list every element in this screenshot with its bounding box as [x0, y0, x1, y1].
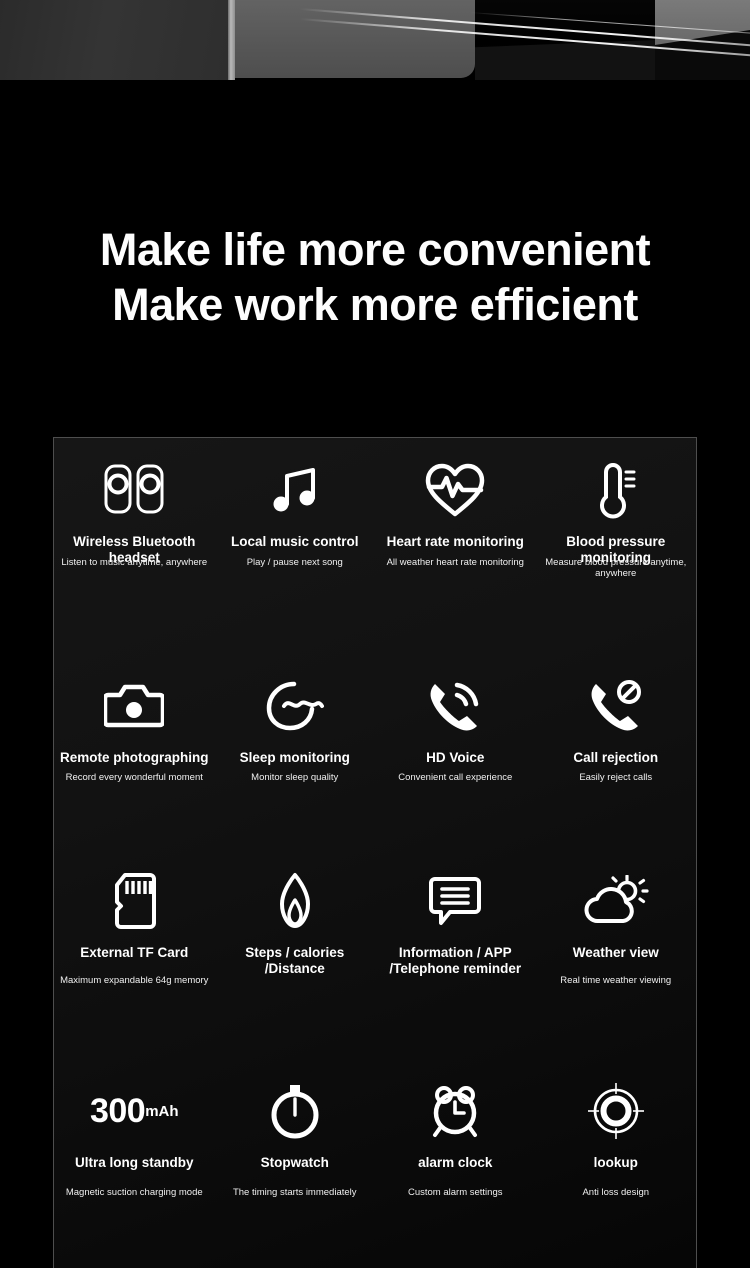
- stopwatch-icon: [215, 1081, 376, 1141]
- feature-subtitle: Real time weather viewing: [560, 975, 672, 986]
- feature-title: Local music control: [230, 534, 359, 549]
- feature-title: Ultra long standby: [74, 1155, 194, 1170]
- feature-subtitle: Record every wonderful moment: [65, 772, 203, 783]
- feature-title: Remote photographing: [60, 750, 209, 765]
- headline-line-2: Make work more efficient: [112, 279, 638, 330]
- bluetooth-earbuds-icon: [54, 460, 215, 520]
- feature-subtitle: The timing starts immediately: [232, 1187, 357, 1198]
- heart-pulse-icon: [375, 460, 536, 520]
- feature-external-tf-card[interactable]: External TF Card Maximum expandable 64g …: [54, 849, 215, 1059]
- phone-reject-icon: [536, 676, 697, 736]
- features-panel: Wireless Bluetooth headset Listen to mus…: [53, 437, 697, 1268]
- capacity-unit: mAh: [145, 1102, 179, 1120]
- feature-subtitle: Play / pause next song: [246, 557, 343, 568]
- feature-local-music-control[interactable]: Local music control Play / pause next so…: [215, 438, 376, 654]
- feature-lookup[interactable]: lookup Anti loss design: [536, 1059, 697, 1267]
- feature-title: lookup: [593, 1155, 638, 1170]
- feature-remote-photographing[interactable]: Remote photographing Record every wonder…: [54, 654, 215, 849]
- feature-alarm-clock[interactable]: alarm clock Custom alarm settings: [375, 1059, 536, 1267]
- message-bubble-icon: [375, 871, 536, 931]
- cloud-sun-icon: [536, 871, 697, 931]
- feature-subtitle: Measure blood pressure anytime, anywhere: [545, 557, 687, 579]
- feature-title: Call rejection: [573, 750, 659, 765]
- feature-subtitle: Convenient call experience: [398, 772, 513, 783]
- feature-title: alarm clock: [418, 1155, 493, 1170]
- feature-steps-calories-distance[interactable]: Steps / calories /Distance: [215, 849, 376, 1059]
- feature-row: External TF Card Maximum expandable 64g …: [54, 849, 696, 1059]
- camera-icon: [54, 676, 215, 736]
- feature-subtitle: Anti loss design: [582, 1187, 650, 1198]
- feature-title: Information / APP /Telephone reminder: [389, 945, 522, 976]
- feature-blood-pressure-monitoring[interactable]: Blood pressure monitoring Measure blood …: [536, 438, 697, 654]
- headline: Make life more convenient Make work more…: [0, 222, 750, 332]
- feature-wireless-bluetooth-headset[interactable]: Wireless Bluetooth headset Listen to mus…: [54, 438, 215, 654]
- flame-icon: [215, 871, 376, 931]
- photo-left-panel: [0, 0, 232, 80]
- feature-ultra-long-standby[interactable]: 300 mAh Ultra long standby Magnetic suct…: [54, 1059, 215, 1267]
- battery-capacity-text: 300 mAh: [54, 1081, 215, 1141]
- feature-subtitle: Listen to music anytime, anywhere: [61, 557, 208, 568]
- feature-subtitle: Custom alarm settings: [407, 1187, 503, 1198]
- feature-title: Steps / calories /Distance: [245, 945, 345, 976]
- feature-subtitle: All weather heart rate monitoring: [386, 557, 524, 568]
- feature-title: Sleep monitoring: [239, 750, 350, 765]
- feature-subtitle: Easily reject calls: [579, 772, 653, 783]
- feature-subtitle: Monitor sleep quality: [251, 772, 339, 783]
- feature-row: Remote photographing Record every wonder…: [54, 654, 696, 849]
- feature-title: Heart rate monitoring: [386, 534, 524, 549]
- phone-call-icon: [375, 676, 536, 736]
- crosshair-target-icon: [536, 1081, 697, 1141]
- capacity-value: 300: [89, 1092, 146, 1130]
- feature-title: HD Voice: [426, 750, 485, 765]
- feature-title: Weather view: [572, 945, 659, 960]
- feature-subtitle: Magnetic suction charging mode: [65, 1187, 203, 1198]
- feature-row: 300 mAh Ultra long standby Magnetic suct…: [54, 1059, 696, 1267]
- feature-weather-view[interactable]: Weather view Real time weather viewing: [536, 849, 697, 1059]
- headline-line-1: Make life more convenient: [99, 224, 651, 275]
- feature-sleep-monitoring[interactable]: Sleep monitoring Monitor sleep quality: [215, 654, 376, 849]
- feature-subtitle: Maximum expandable 64g memory: [60, 975, 209, 986]
- music-note-icon: [215, 460, 376, 520]
- feature-hd-voice[interactable]: HD Voice Convenient call experience: [375, 654, 536, 849]
- product-photo-strip: [0, 0, 750, 80]
- thermometer-icon: [536, 460, 697, 520]
- alarm-clock-icon: [375, 1081, 536, 1141]
- feature-heart-rate-monitoring[interactable]: Heart rate monitoring All weather heart …: [375, 438, 536, 654]
- feature-information-app-telephone-reminder[interactable]: Information / APP /Telephone reminder: [375, 849, 536, 1059]
- feature-title: Stopwatch: [260, 1155, 329, 1170]
- microsd-card-icon: [54, 871, 215, 931]
- feature-row: Wireless Bluetooth headset Listen to mus…: [54, 438, 696, 654]
- moon-sleep-icon: [215, 676, 376, 736]
- feature-stopwatch[interactable]: Stopwatch The timing starts immediately: [215, 1059, 376, 1267]
- feature-title: External TF Card: [80, 945, 189, 960]
- feature-call-rejection[interactable]: Call rejection Easily reject calls: [536, 654, 697, 849]
- photo-edge-highlight: [228, 0, 235, 80]
